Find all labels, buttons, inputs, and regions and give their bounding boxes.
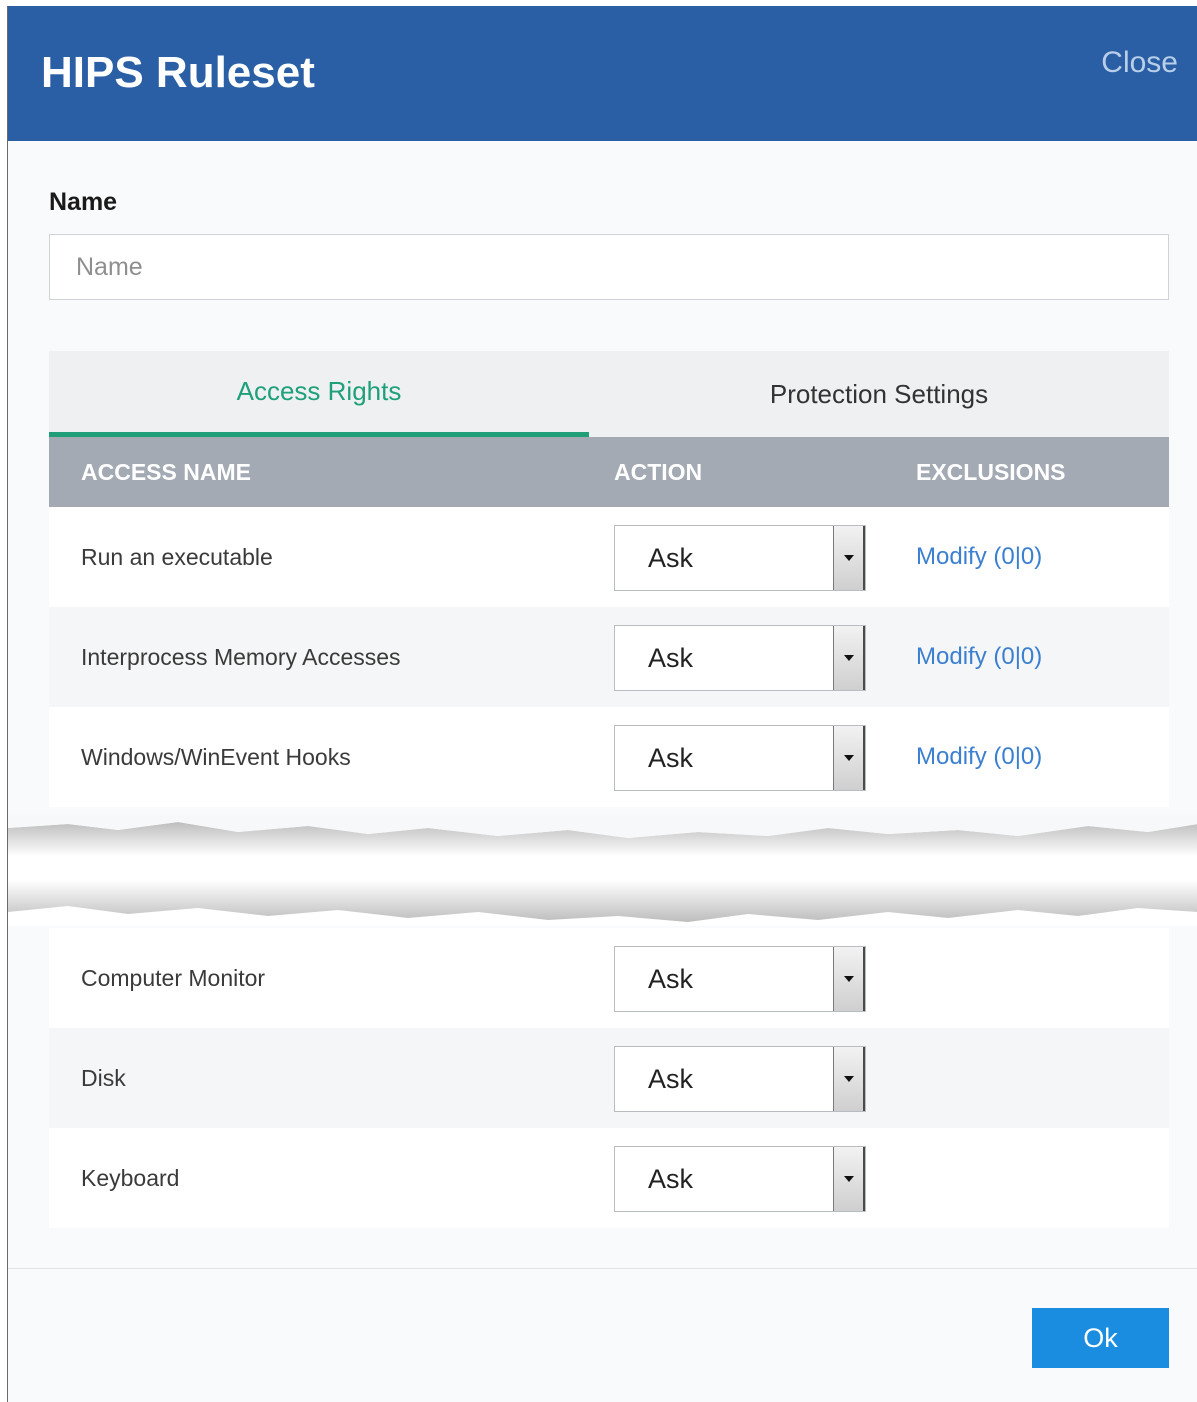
tab-protection-settings[interactable]: Protection Settings <box>589 351 1169 437</box>
action-select-value: Ask <box>648 1164 694 1194</box>
action-select[interactable]: Ask <box>614 946 866 1012</box>
table-row: Keyboard Ask <box>49 1128 1169 1228</box>
chevron-down-icon[interactable] <box>833 726 865 790</box>
action-select-value: Ask <box>648 743 694 773</box>
action-select[interactable]: Ask <box>614 1146 866 1212</box>
table-row: Run an executable Ask Modify (0|0) <box>49 507 1169 607</box>
dialog-title: HIPS Ruleset <box>41 48 315 97</box>
modify-exclusions-link[interactable]: Modify (0|0) <box>916 707 1042 807</box>
hips-ruleset-dialog: HIPS Ruleset Close Name Access Rights Pr… <box>7 6 1197 1402</box>
table-header: ACCESS NAME ACTION EXCLUSIONS <box>49 437 1169 507</box>
chevron-down-icon[interactable] <box>833 947 865 1011</box>
column-header-access-name: ACCESS NAME <box>81 459 251 485</box>
name-input[interactable] <box>49 234 1169 300</box>
action-select-value: Ask <box>648 643 694 673</box>
close-button[interactable]: Close <box>1101 46 1178 80</box>
table-row: Computer Monitor Ask <box>49 928 1169 1028</box>
chevron-down-icon[interactable] <box>833 1147 865 1211</box>
column-header-exclusions: EXCLUSIONS <box>916 459 1066 485</box>
torn-edge-graphic <box>8 814 1197 926</box>
torn-edge-divider <box>8 814 1197 926</box>
access-name: Computer Monitor <box>81 965 266 991</box>
dialog-header: HIPS Ruleset Close <box>8 6 1197 141</box>
modify-exclusions-link[interactable]: Modify (0|0) <box>916 607 1042 707</box>
chevron-down-icon[interactable] <box>833 1047 865 1111</box>
access-name: Disk <box>81 1065 126 1091</box>
access-name: Windows/WinEvent Hooks <box>81 744 351 770</box>
name-label: Name <box>49 188 118 216</box>
action-select[interactable]: Ask <box>614 725 866 791</box>
table-row: Windows/WinEvent Hooks Ask Modify (0|0) <box>49 707 1169 807</box>
action-select-value: Ask <box>648 1064 694 1094</box>
table-row: Interprocess Memory Accesses Ask Modify … <box>49 607 1169 707</box>
action-select-value: Ask <box>648 964 694 994</box>
ok-button[interactable]: Ok <box>1032 1308 1169 1368</box>
chevron-down-icon[interactable] <box>833 526 865 590</box>
action-select[interactable]: Ask <box>614 1046 866 1112</box>
access-name: Interprocess Memory Accesses <box>81 644 401 670</box>
access-name: Keyboard <box>81 1165 180 1191</box>
action-select[interactable]: Ask <box>614 625 866 691</box>
footer-divider <box>8 1268 1197 1269</box>
tab-bar: Access Rights Protection Settings <box>49 351 1169 437</box>
access-name: Run an executable <box>81 544 273 570</box>
chevron-down-icon[interactable] <box>833 626 865 690</box>
action-select[interactable]: Ask <box>614 525 866 591</box>
action-select-value: Ask <box>648 543 694 573</box>
modify-exclusions-link[interactable]: Modify (0|0) <box>916 507 1042 607</box>
tab-access-rights[interactable]: Access Rights <box>49 351 589 437</box>
column-header-action: ACTION <box>614 459 703 485</box>
table-row: Disk Ask <box>49 1028 1169 1128</box>
